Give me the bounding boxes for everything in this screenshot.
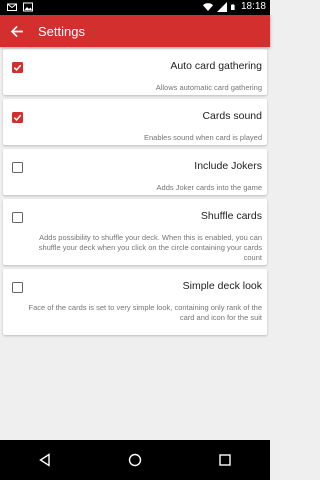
setting-description: Enables sound when card is played <box>144 133 262 142</box>
setting-cards-sound[interactable]: Cards sound Enables sound when card is p… <box>3 99 267 145</box>
setting-description: Adds Joker cards into the game <box>156 183 262 192</box>
nav-recents-button[interactable] <box>205 440 245 480</box>
back-button[interactable] <box>0 15 32 47</box>
setting-title: Auto card gathering <box>170 60 262 72</box>
simple-deck-look-checkbox[interactable] <box>12 282 23 293</box>
nav-back-icon <box>39 453 50 467</box>
setting-include-jokers[interactable]: Include Jokers Adds Joker cards into the… <box>3 149 267 195</box>
cards-sound-checkbox[interactable] <box>12 112 23 123</box>
setting-description: Adds possibility to shuffle your deck. W… <box>38 233 262 262</box>
auto-card-gathering-checkbox[interactable] <box>12 62 23 73</box>
setting-title: Simple deck look <box>182 280 262 292</box>
check-icon <box>13 114 22 121</box>
battery-icon <box>230 3 235 10</box>
setting-description: Face of the cards is set to very simple … <box>28 303 262 322</box>
setting-auto-card-gathering[interactable]: Auto card gathering Allows automatic car… <box>3 49 267 95</box>
nav-home-icon <box>128 453 142 467</box>
nav-home-button[interactable] <box>115 440 155 480</box>
nav-back-button[interactable] <box>25 440 65 480</box>
setting-description: Allows automatic card gathering <box>155 83 262 92</box>
setting-shuffle-cards[interactable]: Shuffle cards Adds possibility to shuffl… <box>3 199 267 265</box>
status-bar: 18:18 <box>0 0 270 15</box>
shuffle-cards-checkbox[interactable] <box>12 212 23 223</box>
setting-title: Cards sound <box>202 110 262 122</box>
mail-icon <box>7 3 17 11</box>
nav-recents-icon <box>219 454 231 466</box>
page-title: Settings <box>38 23 85 39</box>
status-right: 18:18 <box>202 1 266 12</box>
signal-icon <box>216 1 227 12</box>
wifi-icon <box>202 2 213 11</box>
app-bar: Settings <box>0 15 270 47</box>
setting-title: Shuffle cards <box>200 210 262 222</box>
settings-list: Auto card gathering Allows automatic car… <box>3 49 267 339</box>
setting-simple-deck-look[interactable]: Simple deck look Face of the cards is se… <box>3 269 267 335</box>
status-left-icons <box>7 2 33 12</box>
arrow-back-icon <box>10 25 23 37</box>
include-jokers-checkbox[interactable] <box>12 162 23 173</box>
image-icon <box>23 2 33 12</box>
status-time: 18:18 <box>240 1 266 12</box>
setting-title: Include Jokers <box>194 160 262 172</box>
check-icon <box>13 64 22 71</box>
navigation-bar <box>0 440 270 480</box>
